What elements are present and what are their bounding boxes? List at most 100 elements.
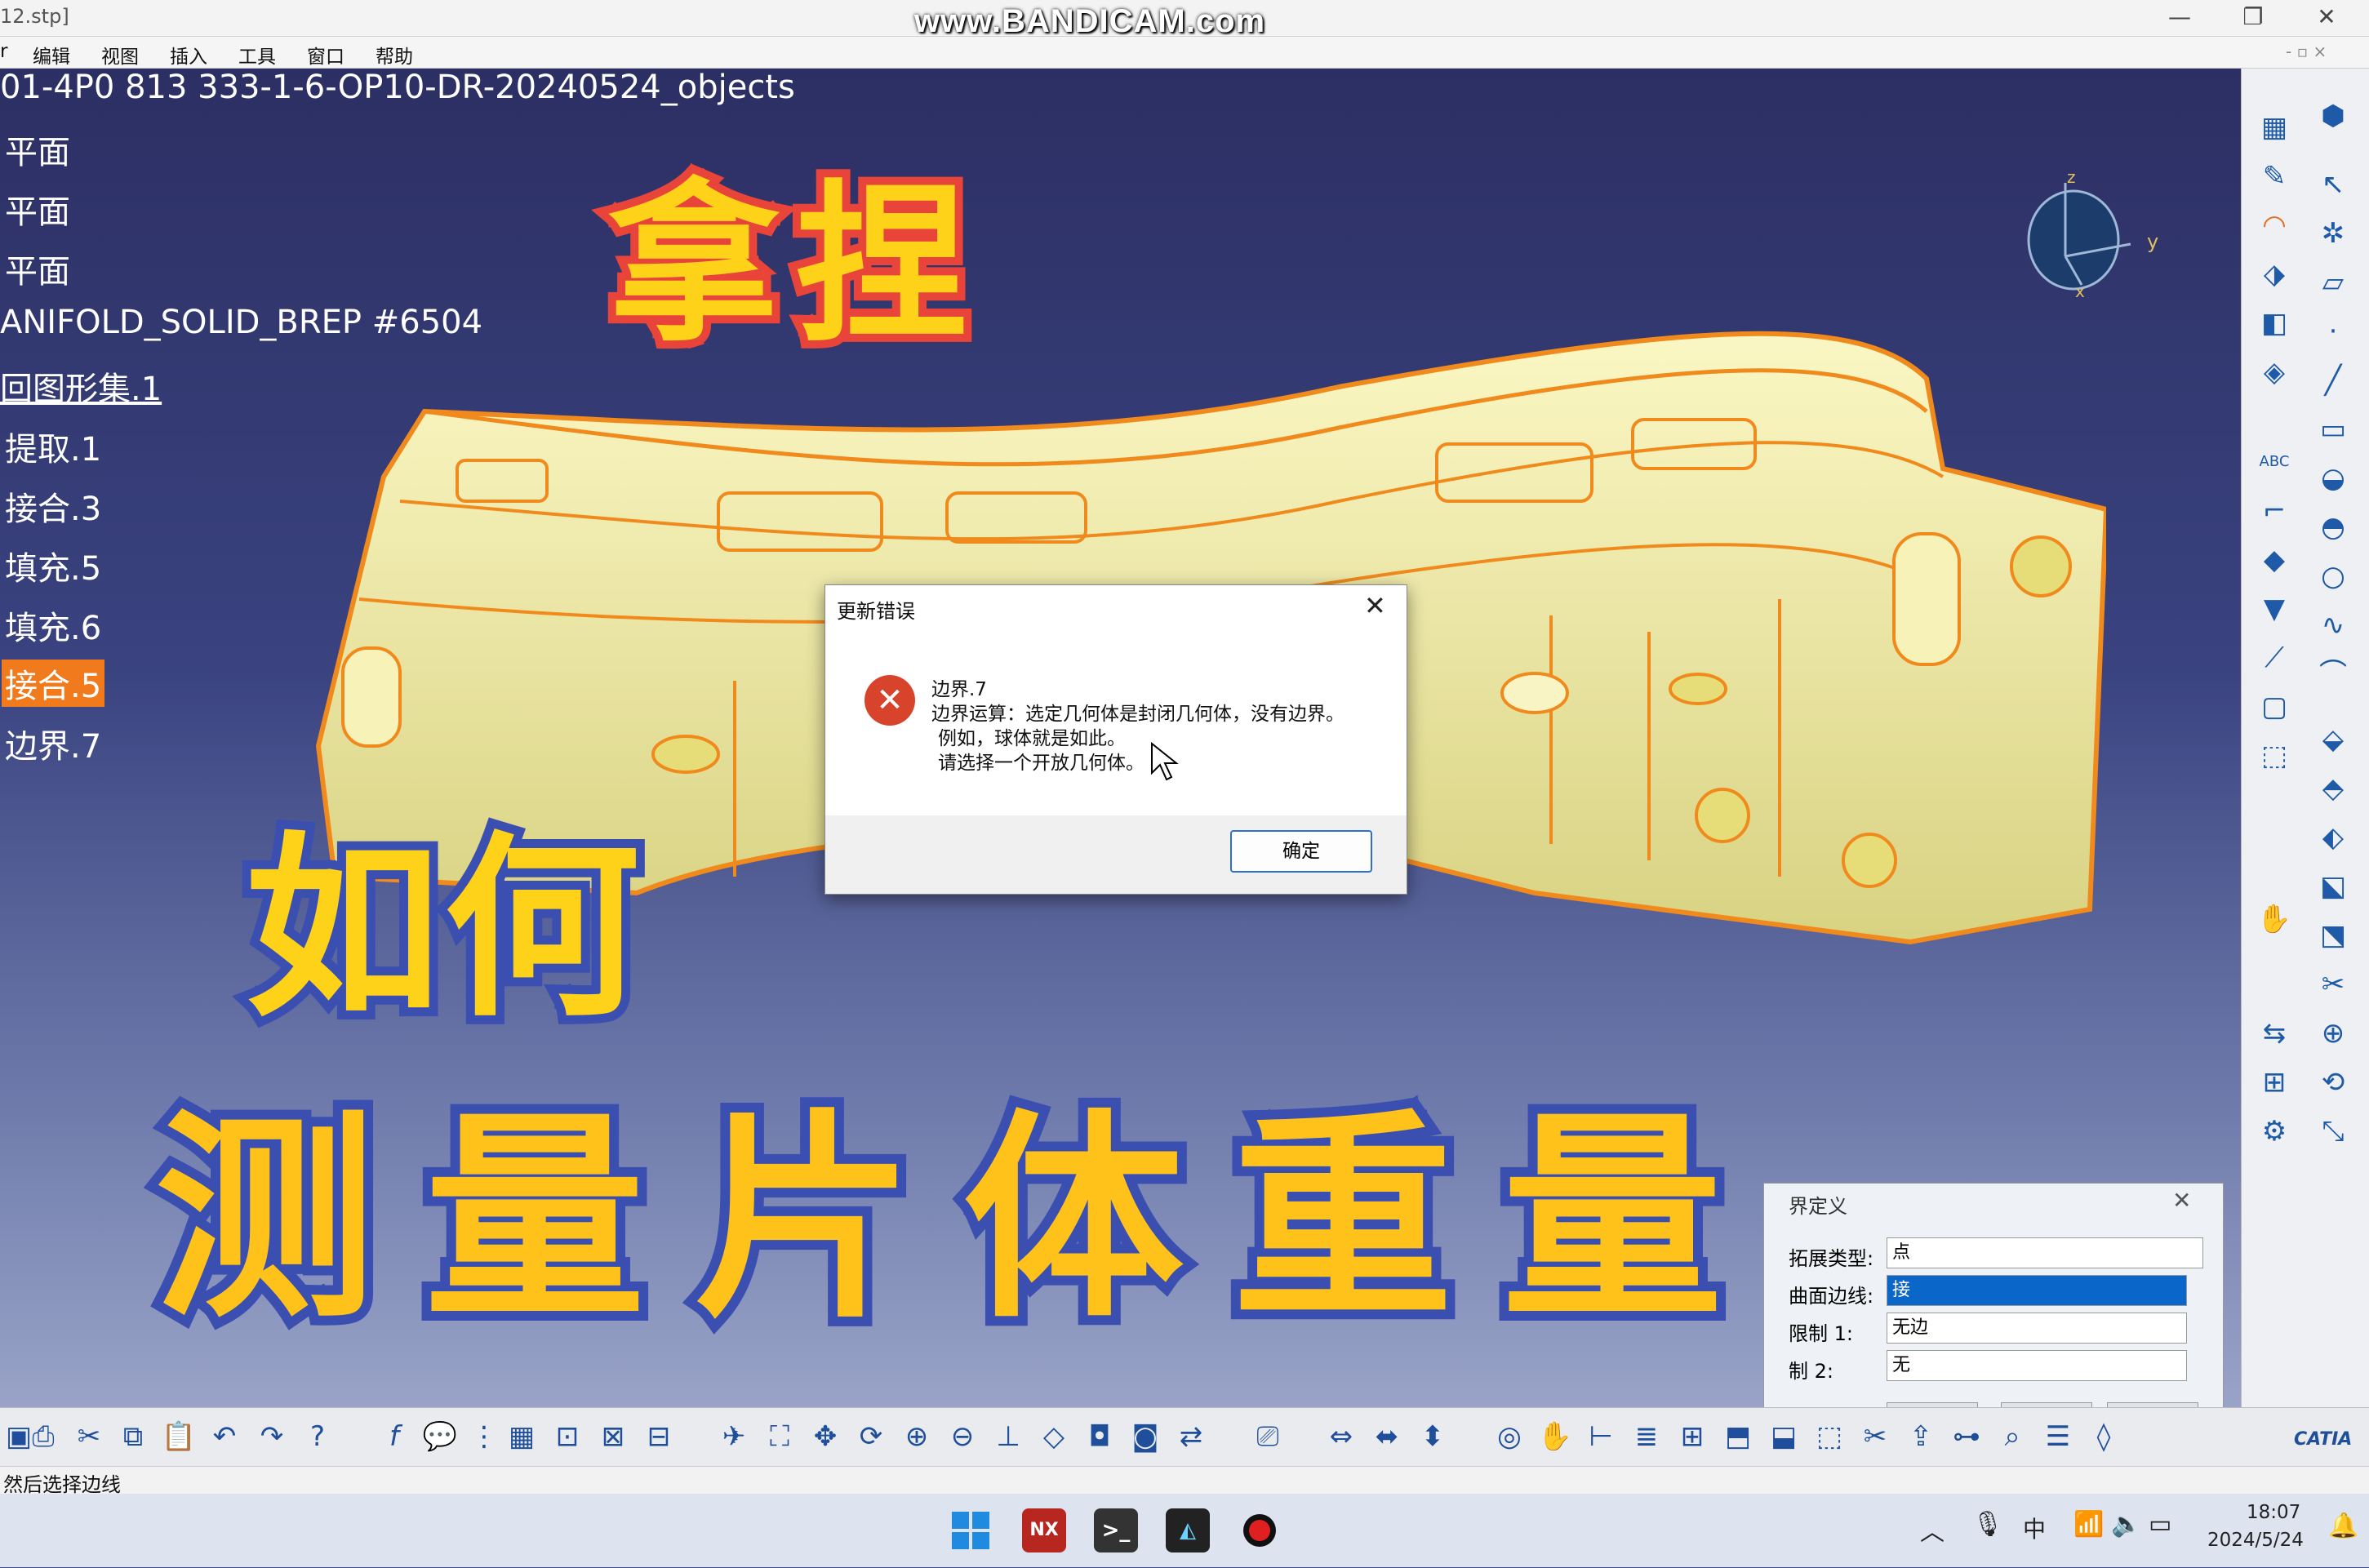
tool-spline-icon[interactable]: ∿ xyxy=(2315,607,2351,643)
tool-curve-icon[interactable]: ⌒ xyxy=(2315,656,2351,692)
tool-join-icon[interactable]: ⬖ xyxy=(2315,820,2351,855)
measure-item-icon[interactable]: ⬌ xyxy=(1368,1418,1406,1455)
tool-paint-icon[interactable]: ▼ xyxy=(2256,591,2292,627)
menu-view[interactable]: 视图 xyxy=(101,41,139,69)
fly-mode-icon[interactable]: ✈ xyxy=(715,1418,753,1455)
windows-start-icon[interactable] xyxy=(949,1508,993,1552)
tree-item-plane-2[interactable]: 平面 xyxy=(5,185,70,233)
tool-heal-icon[interactable]: ⬕ xyxy=(2315,868,2351,904)
measure-between-icon[interactable]: ⇔ xyxy=(1322,1418,1360,1455)
hand-icon[interactable]: ✋ xyxy=(1536,1418,1574,1455)
structure-icon[interactable]: ⊶ xyxy=(1948,1418,1985,1455)
tool-point-icon[interactable]: ✎ xyxy=(2256,158,2292,194)
measure-inertia-icon[interactable]: ⬍ xyxy=(1414,1418,1451,1455)
catia-app-icon[interactable]: ◭ xyxy=(1166,1508,1210,1552)
menu-file-fragment[interactable]: r xyxy=(0,41,7,62)
normal-view-icon[interactable]: ⊥ xyxy=(989,1418,1027,1455)
zoom-out-icon[interactable]: ⊖ xyxy=(944,1418,981,1455)
tool-part-icon[interactable]: ⬢ xyxy=(2315,98,2351,134)
limit-2-field[interactable]: 无 xyxy=(1887,1350,2187,1381)
menu-tools[interactable]: 工具 xyxy=(238,41,276,69)
tool-dot-icon[interactable]: · xyxy=(2315,313,2351,349)
lock-icon[interactable]: ⊠ xyxy=(594,1418,632,1455)
table-icon[interactable]: ▦ xyxy=(503,1418,540,1455)
tool-box-icon[interactable]: ▢ xyxy=(2256,689,2292,725)
tool-revolve-icon[interactable]: ◧ xyxy=(2256,305,2292,341)
tool-circle-icon[interactable]: ○ xyxy=(2315,558,2351,594)
measure-icon[interactable]: ⎚ xyxy=(1249,1418,1287,1455)
zoom-in-icon[interactable]: ⊕ xyxy=(898,1418,936,1455)
tool-measure-icon[interactable]: ⟋ xyxy=(2256,640,2292,676)
fit-all-icon[interactable]: ⛶ xyxy=(761,1418,798,1455)
tool-translate-icon[interactable]: ⇆ xyxy=(2256,1015,2292,1051)
copy-icon[interactable]: ⧉ xyxy=(114,1418,152,1455)
tool-arc-icon[interactable]: ◠ xyxy=(2256,207,2292,243)
menu-help[interactable]: 帮助 xyxy=(376,41,413,69)
tree-item-boundary-7[interactable]: 边界.7 xyxy=(5,720,101,767)
tool-plane-icon[interactable]: ▭ xyxy=(2315,411,2351,447)
boundary-definition-dialog[interactable]: 界定义 ✕ 拓展类型: 点 曲面边线: 接 限制 1: 无边 制 2: 无 确定… xyxy=(1763,1183,2224,1407)
tool-extract-icon[interactable]: ⬔ xyxy=(2315,917,2351,953)
surface-edge-field[interactable]: 接 xyxy=(1887,1275,2187,1306)
tool-wrap-icon[interactable]: ⌐ xyxy=(2256,493,2292,529)
tool-grid-icon[interactable]: ⊞ xyxy=(2256,1064,2292,1100)
tree-item-plane-1[interactable]: 平面 xyxy=(5,126,70,173)
axis-system-icon[interactable]: ⊢ xyxy=(1582,1418,1620,1455)
knowledge-icon[interactable]: ⋮ xyxy=(465,1418,503,1455)
tool-line-icon[interactable]: ╱ xyxy=(2315,362,2351,398)
tree-item-fill-6[interactable]: 填充.6 xyxy=(5,602,101,649)
tool-scale-icon[interactable]: ⤡ xyxy=(2315,1113,2351,1149)
restore-button[interactable]: ❐ xyxy=(2229,3,2278,30)
mdi-controls[interactable]: - ▫ × xyxy=(2286,42,2327,61)
tool-analysis-icon[interactable]: ✂ xyxy=(2315,966,2351,1002)
battery-icon[interactable]: ▭ xyxy=(2149,1510,2171,1539)
close-window-button[interactable]: ✕ xyxy=(2302,3,2351,30)
search-icon[interactable]: ⌕ xyxy=(1993,1418,2031,1455)
cube-icon[interactable]: ⬓ xyxy=(1765,1418,1802,1455)
whats-this-icon[interactable]: ? xyxy=(299,1418,336,1455)
tool-offset-icon[interactable]: ⬘ xyxy=(2315,771,2351,806)
list-icon[interactable]: ☰ xyxy=(2039,1418,2077,1455)
tree-item-plane-3[interactable]: 平面 xyxy=(5,245,70,292)
tool-shape-icon[interactable]: ◆ xyxy=(2256,542,2292,578)
layer-icon[interactable]: ⬒ xyxy=(1719,1418,1757,1455)
notification-bell-icon[interactable]: 🔔 xyxy=(2328,1512,2358,1540)
tool-sketcher-icon[interactable]: ▱ xyxy=(2315,264,2351,300)
tool-surface-icon[interactable]: ◒ xyxy=(2315,460,2351,496)
tool-material-icon[interactable]: ✋ xyxy=(2256,901,2292,937)
trim-icon[interactable]: ✂ xyxy=(1856,1418,1894,1455)
tree-item-fill-5[interactable]: 填充.5 xyxy=(5,542,101,589)
tree-icon[interactable]: ≣ xyxy=(1628,1418,1665,1455)
tree-item-geometric-set[interactable]: 回图形集.1 xyxy=(0,362,162,410)
tool-fill-icon[interactable]: ⬙ xyxy=(2315,722,2351,757)
limit-1-field[interactable]: 无边 xyxy=(1887,1313,2187,1344)
dialog-ok-button[interactable]: 确定 xyxy=(1230,830,1372,873)
tool-blend-icon[interactable]: ◓ xyxy=(2315,509,2351,545)
propagation-type-select[interactable]: 点 xyxy=(1887,1237,2203,1268)
clock-time[interactable]: 18:07 xyxy=(2247,1502,2300,1523)
comment-icon[interactable]: 💬 xyxy=(421,1418,459,1455)
tray-chevron-icon[interactable]: ︿ xyxy=(1920,1512,1945,1548)
redo-icon[interactable]: ↷ xyxy=(253,1418,291,1455)
dialog-close-icon[interactable]: ✕ xyxy=(1364,590,1386,621)
grid-icon[interactable]: ⊞ xyxy=(1673,1418,1711,1455)
catalog-icon[interactable]: ⊡ xyxy=(549,1418,586,1455)
microphone-icon[interactable]: 🎙 xyxy=(1972,1510,2003,1539)
minimize-button[interactable]: — xyxy=(2155,3,2204,30)
terminal-app-icon[interactable]: >_ xyxy=(1094,1508,1138,1552)
tool-select-icon[interactable]: ↖ xyxy=(2315,167,2351,202)
plane-view-icon[interactable]: ◊ xyxy=(2085,1418,2122,1455)
parameters-icon[interactable]: ⊟ xyxy=(640,1418,678,1455)
tool-law-icon[interactable]: ⚙ xyxy=(2256,1113,2292,1149)
iso-view-icon[interactable]: ◇ xyxy=(1035,1418,1073,1455)
wifi-icon[interactable]: 📶 xyxy=(2073,1510,2104,1539)
tool-extrude-icon[interactable]: ⬗ xyxy=(2256,256,2292,292)
tool-rotate-icon[interactable]: ⟲ xyxy=(2315,1064,2351,1100)
menu-window[interactable]: 窗口 xyxy=(307,41,344,69)
spin-icon[interactable]: ◎ xyxy=(1491,1418,1528,1455)
publish-icon[interactable]: ⇪ xyxy=(1902,1418,1940,1455)
menu-edit[interactable]: 编辑 xyxy=(33,41,70,69)
undo-icon[interactable]: ↶ xyxy=(206,1418,243,1455)
hide-show-icon[interactable]: ◙ xyxy=(1127,1418,1164,1455)
formula-icon[interactable]: f xyxy=(376,1418,413,1455)
